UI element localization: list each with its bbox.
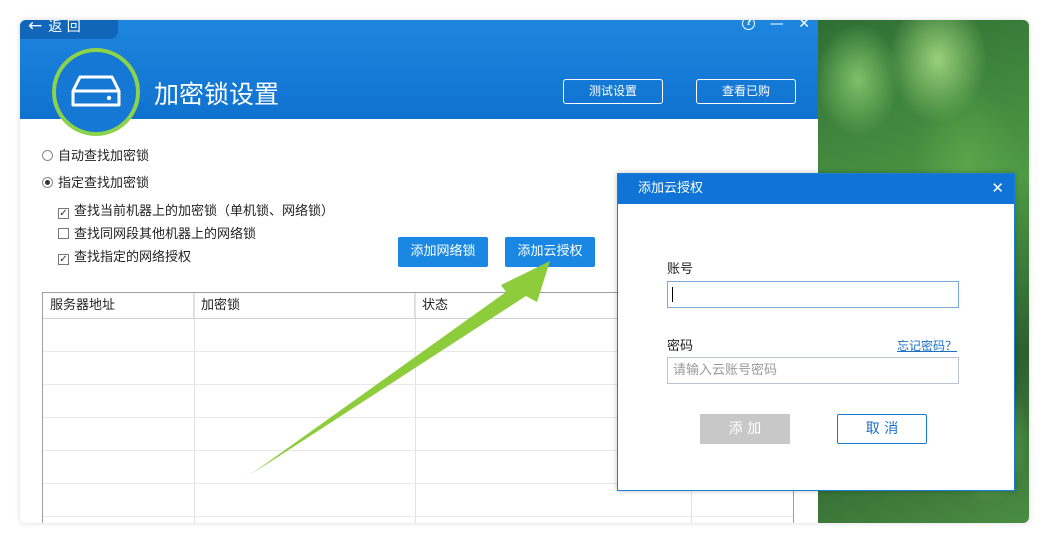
account-label: 账号	[667, 262, 694, 277]
cancel-button[interactable]: 取 消	[837, 414, 927, 444]
account-input[interactable]	[667, 281, 959, 308]
text-caret	[672, 287, 673, 302]
forgot-password-link[interactable]: 忘记密码？	[897, 337, 957, 354]
close-icon[interactable]: ✕	[991, 174, 1004, 202]
password-placeholder: 请输入云账号密码	[673, 363, 778, 378]
password-label: 密码	[667, 339, 694, 354]
password-input[interactable]: 请输入云账号密码	[667, 357, 959, 384]
dialog-title: 添加云授权	[638, 181, 704, 196]
add-button[interactable]: 添 加	[700, 414, 790, 444]
add-cloud-auth-dialog: 添加云授权 ✕ 账号 密码 忘记密码？ 请输入云账号密码 添 加 取 消	[617, 173, 1015, 491]
dialog-titlebar: 添加云授权 ✕	[618, 174, 1014, 204]
